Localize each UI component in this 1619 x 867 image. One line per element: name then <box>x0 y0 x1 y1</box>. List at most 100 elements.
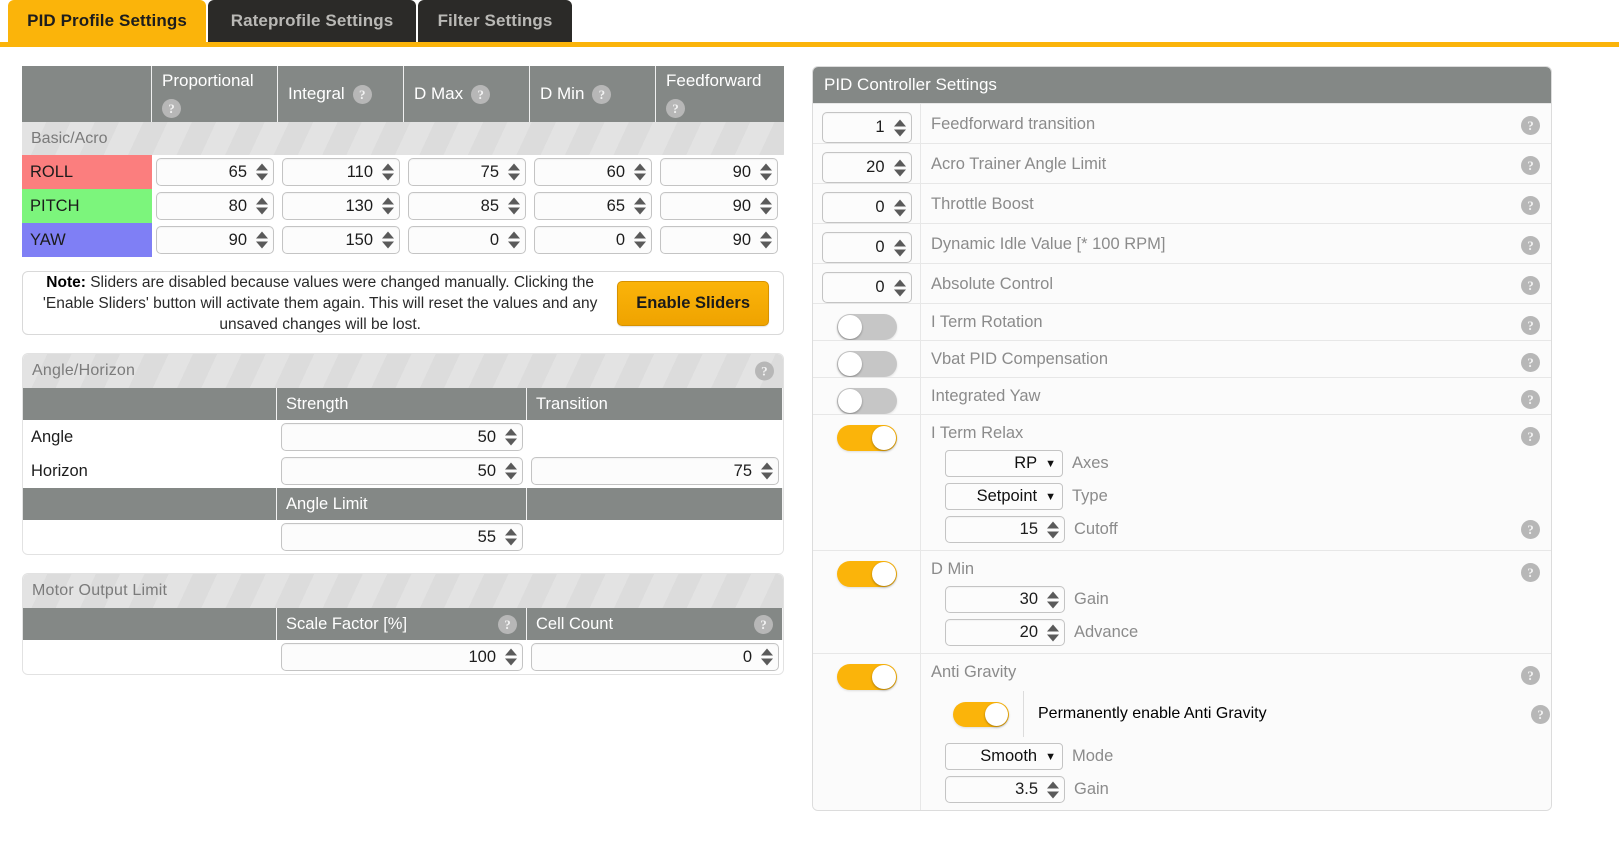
spinner[interactable] <box>634 197 646 215</box>
help-icon[interactable]: ? <box>498 614 517 634</box>
roll-integral-input[interactable]: 110 <box>282 158 400 186</box>
anti-gravity-gain-input[interactable]: 3.5 <box>945 776 1065 803</box>
yaw-proportional-input[interactable]: 90 <box>156 226 274 254</box>
pid-col-d-max: D Max ? <box>404 66 530 122</box>
feedforward-transition-input[interactable]: 1 <box>821 112 912 143</box>
dynamic-idle-value-input[interactable]: 0 <box>821 232 912 263</box>
acro-trainer-angle-limit-input[interactable]: 20 <box>821 152 912 183</box>
spinner[interactable] <box>893 159 906 176</box>
value: 0 <box>742 647 752 666</box>
help-icon[interactable]: ? <box>666 98 685 118</box>
yaw-d-max-input[interactable]: 0 <box>408 226 526 254</box>
i-term-relax-toggle[interactable] <box>836 425 897 451</box>
cell-pitch-d-max: 85 <box>404 192 530 220</box>
spinner[interactable] <box>634 163 646 181</box>
help-icon[interactable]: ? <box>1531 704 1550 724</box>
spinner[interactable] <box>760 163 772 181</box>
spinner[interactable] <box>1047 521 1059 538</box>
horizon-strength-input[interactable]: 50 <box>281 457 523 485</box>
help-icon[interactable]: ? <box>1521 353 1540 372</box>
scale-factor-input[interactable]: 100 <box>281 643 523 671</box>
yaw-integral-input[interactable]: 150 <box>282 226 400 254</box>
permanently-enable-anti-gravity-toggle[interactable] <box>953 701 1009 727</box>
help-icon[interactable]: ? <box>1521 276 1540 295</box>
pitch-d-max-input[interactable]: 85 <box>408 192 526 220</box>
spinner[interactable] <box>505 648 517 666</box>
spinner[interactable] <box>893 279 906 296</box>
i-term-rotation-toggle[interactable] <box>836 314 897 340</box>
roll-d-min-input[interactable]: 60 <box>534 158 652 186</box>
anti-gravity-toggle[interactable] <box>836 664 897 690</box>
help-icon[interactable]: ? <box>1521 156 1540 175</box>
pitch-integral-input[interactable]: 130 <box>282 192 400 220</box>
spinner[interactable] <box>382 197 394 215</box>
d-min-gain-input[interactable]: 30 <box>945 586 1065 613</box>
vbat-pid-compensation-toggle[interactable] <box>836 351 897 377</box>
spinner[interactable] <box>508 231 520 249</box>
spinner[interactable] <box>761 648 773 666</box>
d-min-advance-input[interactable]: 20 <box>945 619 1065 646</box>
tab-filter-settings[interactable]: Filter Settings <box>418 0 572 42</box>
help-icon[interactable]: ? <box>1521 390 1540 409</box>
help-icon[interactable]: ? <box>1521 666 1540 685</box>
spinner[interactable] <box>893 239 906 256</box>
spinner[interactable] <box>760 231 772 249</box>
i-term-relax-type-select[interactable]: Setpoint ▼ <box>945 483 1063 510</box>
help-icon[interactable]: ? <box>1521 316 1540 335</box>
spinner[interactable] <box>505 462 517 480</box>
spinner[interactable] <box>1047 591 1059 608</box>
help-icon[interactable]: ? <box>592 84 612 104</box>
enable-sliders-button[interactable]: Enable Sliders <box>617 280 769 326</box>
spinner[interactable] <box>382 163 394 181</box>
tab-pid-profile-settings[interactable]: PID Profile Settings <box>8 0 206 42</box>
help-icon[interactable]: ? <box>352 84 372 104</box>
spinner[interactable] <box>256 197 268 215</box>
spinner[interactable] <box>382 231 394 249</box>
horizon-transition-input[interactable]: 75 <box>531 457 779 485</box>
pitch-d-min-input[interactable]: 65 <box>534 192 652 220</box>
spinner[interactable] <box>256 231 268 249</box>
spinner[interactable] <box>256 163 268 181</box>
angle-limit-input[interactable]: 55 <box>281 523 523 551</box>
help-icon[interactable]: ? <box>1521 236 1540 255</box>
spinner[interactable] <box>634 231 646 249</box>
spinner[interactable] <box>893 119 906 136</box>
angle-strength-input[interactable]: 50 <box>281 423 523 451</box>
integrated-yaw-toggle[interactable] <box>836 388 897 414</box>
yaw-feedforward-input[interactable]: 90 <box>660 226 778 254</box>
throttle-boost-input[interactable]: 0 <box>821 192 912 223</box>
spinner[interactable] <box>508 197 520 215</box>
pitch-proportional-input[interactable]: 80 <box>156 192 274 220</box>
help-icon[interactable]: ? <box>1521 116 1540 135</box>
spinner[interactable] <box>760 197 772 215</box>
spinner[interactable] <box>505 428 517 446</box>
anti-gravity-mode-select[interactable]: Smooth ▼ <box>945 743 1063 770</box>
help-icon[interactable]: ? <box>755 361 774 381</box>
cell-count-input[interactable]: 0 <box>531 643 779 671</box>
d-min-toggle[interactable] <box>836 561 897 587</box>
pitch-feedforward-input[interactable]: 90 <box>660 192 778 220</box>
help-icon[interactable]: ? <box>754 614 773 634</box>
cell-roll-d-max: 75 <box>404 158 530 186</box>
help-icon[interactable]: ? <box>1521 427 1540 446</box>
roll-feedforward-input[interactable]: 90 <box>660 158 778 186</box>
tab-rateprofile-settings[interactable]: Rateprofile Settings <box>208 0 416 42</box>
help-icon[interactable]: ? <box>162 98 181 118</box>
spinner[interactable] <box>761 462 773 480</box>
absolute-control-input[interactable]: 0 <box>821 272 912 303</box>
roll-d-max-input[interactable]: 75 <box>408 158 526 186</box>
help-icon[interactable]: ? <box>1521 563 1540 582</box>
help-icon[interactable]: ? <box>1521 196 1540 215</box>
yaw-d-min-input[interactable]: 0 <box>534 226 652 254</box>
roll-proportional-input[interactable]: 65 <box>156 158 274 186</box>
help-icon[interactable]: ? <box>471 84 491 104</box>
i-term-relax-cutoff-input[interactable]: 15 <box>945 516 1065 543</box>
spinner[interactable] <box>508 163 520 181</box>
help-icon[interactable]: ? <box>1521 520 1540 539</box>
spinner[interactable] <box>505 528 517 546</box>
i-term-relax-axes-select[interactable]: RP ▼ <box>945 450 1063 477</box>
spinner[interactable] <box>1047 624 1059 641</box>
value: 0 <box>875 198 885 216</box>
spinner[interactable] <box>1047 781 1059 798</box>
spinner[interactable] <box>893 199 906 216</box>
